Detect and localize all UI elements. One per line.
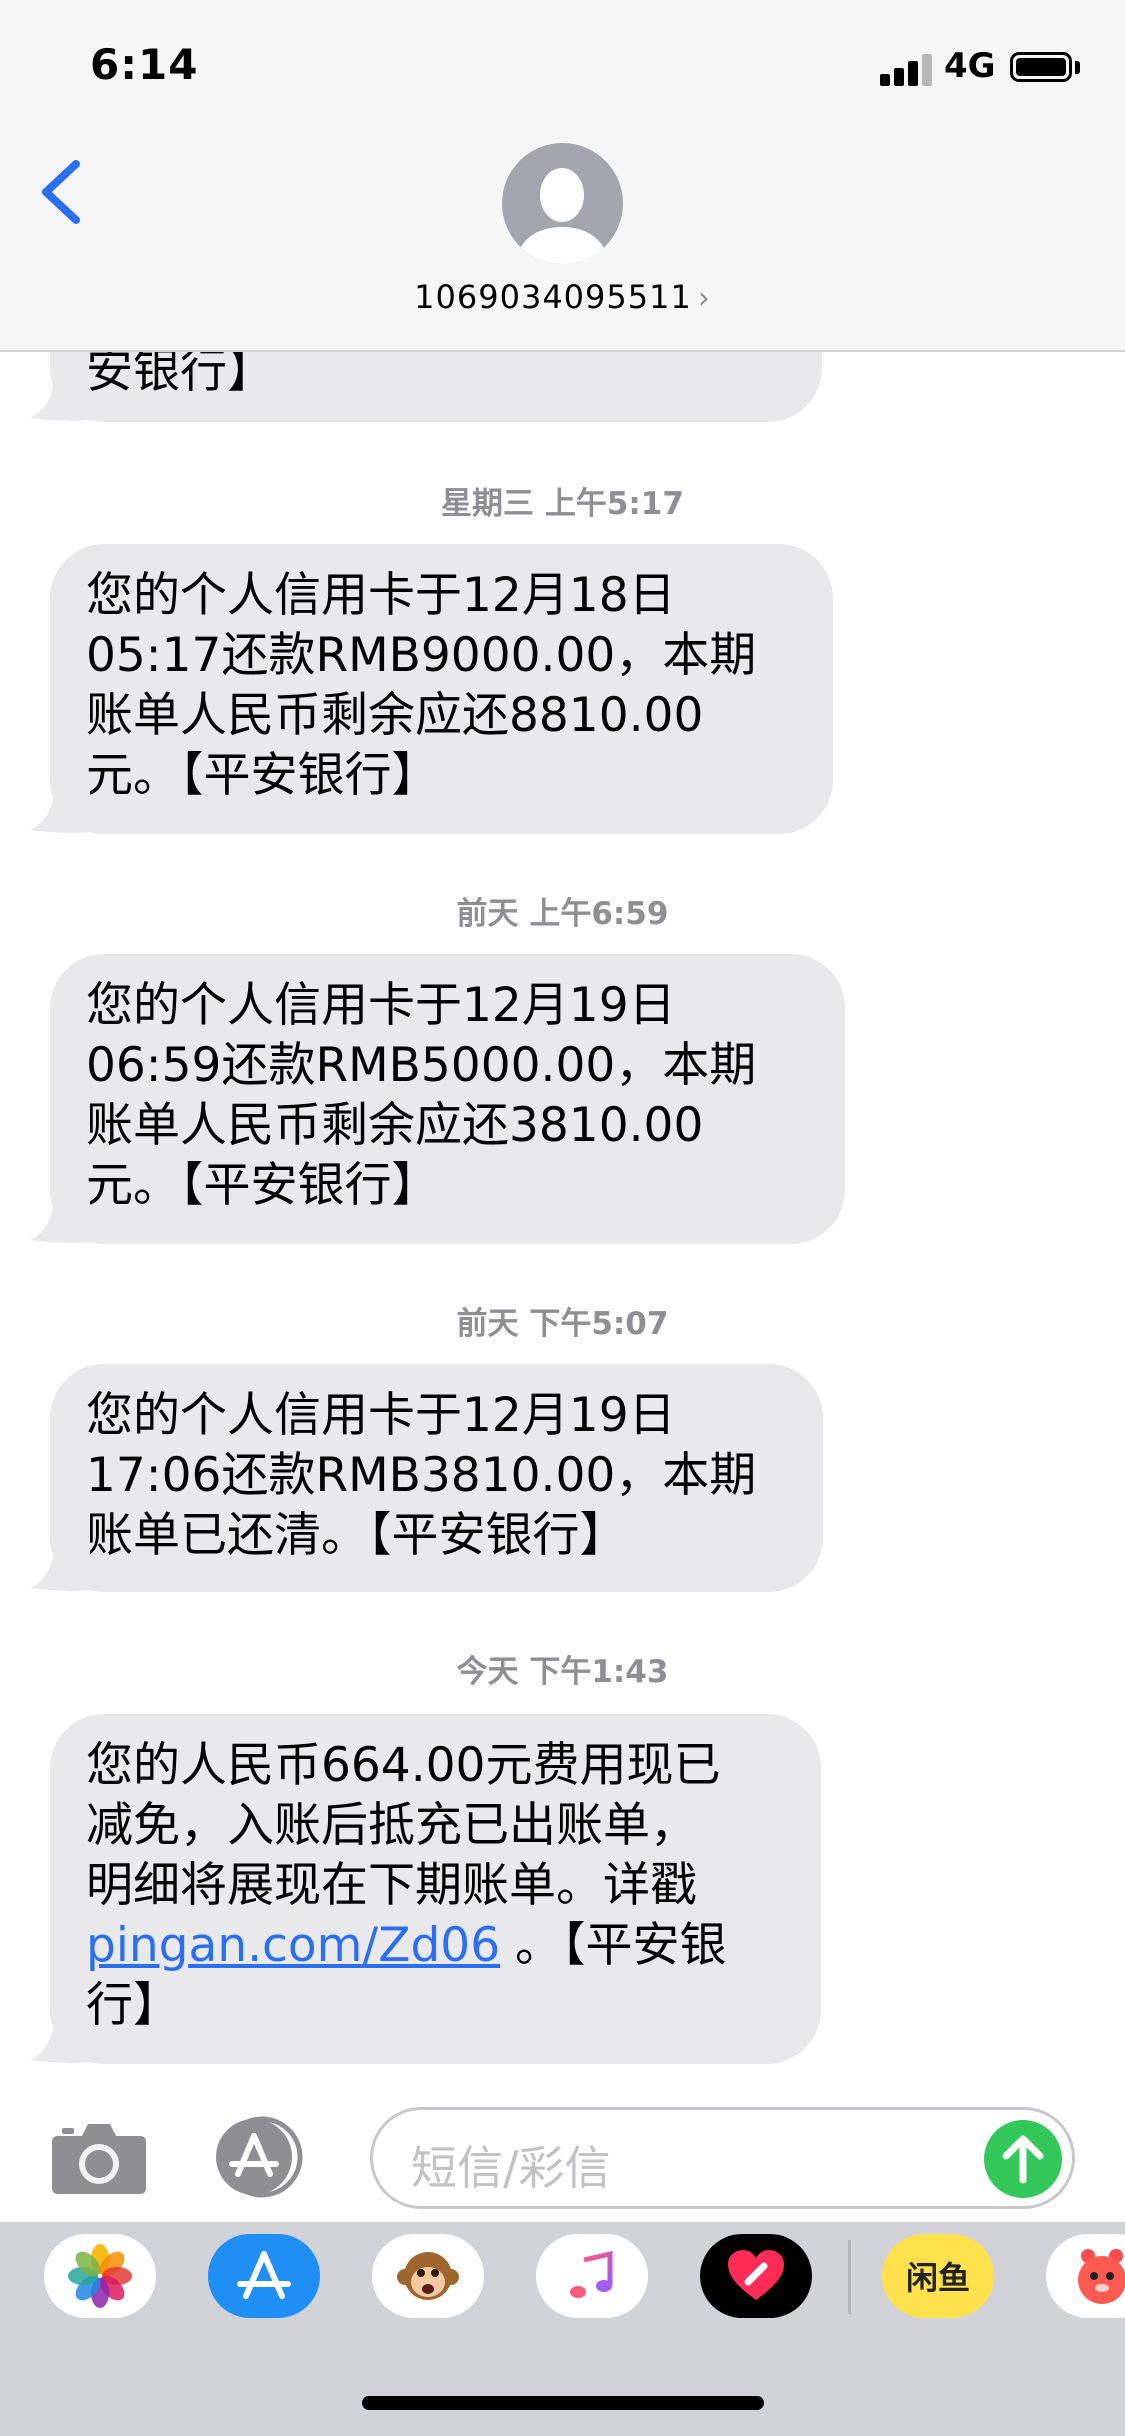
message-line: 账单已还清。【平安银行】	[86, 1508, 627, 1563]
bubble-tail	[30, 372, 90, 421]
message-line: 17:06还款RMB3810.00，本期	[86, 1448, 757, 1503]
contact-name-row[interactable]: 1069034095511 ›	[0, 278, 1125, 316]
message-timestamp: 星期三 上午5:17	[441, 486, 684, 522]
battery-icon	[1010, 52, 1072, 82]
contact-avatar[interactable]	[502, 143, 623, 264]
message-link[interactable]: pingan.com/Zd06	[86, 1918, 500, 1973]
sticker-icon[interactable]	[1046, 2234, 1125, 2318]
xianyu-icon[interactable]: 闲鱼	[882, 2234, 994, 2318]
message-timestamp: 前天 下午5:07	[456, 1306, 669, 1342]
app-store-icon[interactable]	[208, 2234, 320, 2318]
back-chevron-icon[interactable]	[38, 158, 84, 226]
message-line: 05:17还款RMB9000.00，本期	[86, 628, 757, 683]
message-line: 06:59还款RMB5000.00，本期	[86, 1038, 757, 1093]
animoji-icon[interactable]	[372, 2234, 484, 2318]
photos-icon[interactable]	[44, 2234, 156, 2318]
input-placeholder: 短信/彩信	[411, 2141, 611, 2195]
contact-number: 1069034095511	[414, 278, 692, 316]
bubble-tail	[30, 1194, 90, 1243]
chevron-right-icon: ›	[697, 281, 711, 316]
message-timestamp: 今天 下午1:43	[456, 1654, 669, 1690]
message-line: 明细将展现在下期账单。详戳	[86, 1858, 697, 1913]
message-line: pingan.com/Zd06 。【平安银	[86, 1916, 785, 1976]
message-bubble[interactable]: 您的个人信用卡于12月18日 05:17还款RMB9000.00，本期 账单人民…	[50, 544, 833, 834]
home-indicator	[362, 2396, 764, 2410]
xianyu-label: 闲鱼	[905, 2259, 970, 2297]
message-input[interactable]: 短信/彩信	[370, 2107, 1075, 2209]
message-line: 元。【平安银行】	[86, 748, 439, 803]
message-line: 元。【平安银行】	[86, 1158, 439, 1213]
status-time: 6:14	[90, 40, 199, 89]
battery-tip	[1075, 61, 1080, 74]
message-bubble[interactable]: 您的人民币664.00元费用现已 减免，入账后抵充已出账单， 明细将展现在下期账…	[50, 1714, 821, 2064]
app-store-button-icon[interactable]	[210, 2116, 314, 2198]
message-line: 减免，入账后抵充已出账单，	[86, 1798, 697, 1853]
person-silhouette-icon	[516, 168, 609, 264]
arrow-up-icon	[1002, 2135, 1044, 2184]
message-line: 您的个人信用卡于12月18日	[86, 568, 676, 623]
message-timestamp: 前天 上午6:59	[456, 896, 669, 932]
digital-touch-icon[interactable]	[700, 2234, 812, 2318]
drawer-divider	[848, 2240, 851, 2314]
message-line: 您的个人信用卡于12月19日	[86, 978, 676, 1033]
network-type: 4G	[944, 46, 996, 86]
conversation-header: 6:14 4G 1069034095511 ›	[0, 0, 1125, 352]
send-button[interactable]	[984, 2120, 1062, 2198]
music-icon[interactable]	[536, 2234, 648, 2318]
message-line: 您的人民币664.00元费用现已	[86, 1738, 721, 1793]
message-bubble[interactable]: 您的个人信用卡于12月19日 17:06还款RMB3810.00，本期 账单已还…	[50, 1364, 823, 1592]
bubble-tail	[30, 1542, 90, 1591]
message-text: 。【平安银	[500, 1918, 727, 1973]
bubble-tail	[30, 2014, 90, 2063]
message-line: 账单人民币剩余应还3810.00	[86, 1098, 704, 1153]
message-line: 账单人民币剩余应还8810.00	[86, 688, 704, 743]
camera-icon[interactable]	[50, 2118, 148, 2196]
bubble-tail	[30, 784, 90, 833]
message-bubble[interactable]: 您的个人信用卡于12月19日 06:59还款RMB5000.00，本期 账单人民…	[50, 954, 845, 1244]
message-line: 行】	[86, 1978, 180, 2033]
signal-strength-icon	[880, 50, 934, 86]
message-line: 您的个人信用卡于12月19日	[86, 1388, 676, 1443]
